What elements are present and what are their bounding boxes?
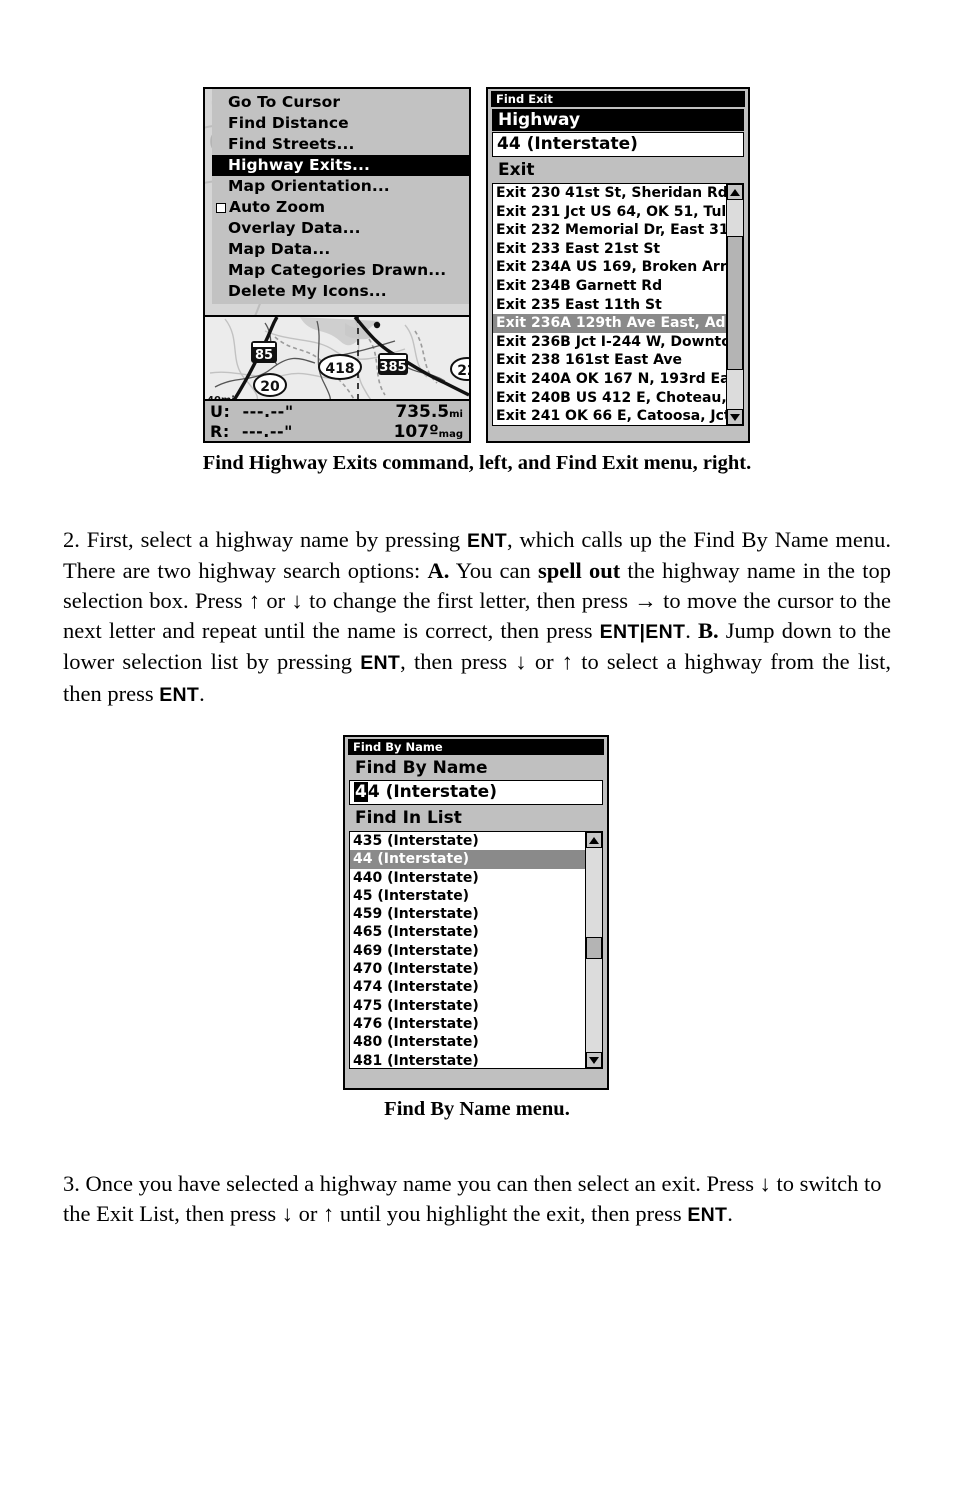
list-item[interactable]: Exit 232 Memorial Dr, East 31st S [493, 221, 726, 240]
key-ent-4: ENT [687, 1203, 728, 1226]
key-ent-3: ENT [159, 683, 200, 706]
list-item[interactable]: Exit 240B US 412 E, Choteau, Sil [493, 389, 726, 408]
triangle-up-icon [589, 836, 599, 844]
key-ent-ent: ENT|ENT [599, 621, 686, 644]
scroll-up-button[interactable] [586, 832, 602, 848]
scrollbar-thumb[interactable] [727, 236, 743, 370]
list-item[interactable]: 45 (Interstate) [350, 887, 585, 905]
device-screen-find-exit: Find Exit Highway 44 (Interstate) Exit E… [486, 87, 750, 443]
triangle-up-icon [730, 188, 740, 196]
list-item[interactable]: 475 (Interstate) [350, 997, 585, 1015]
figure-find-highway-exits: 10 0 mph ft N ↑ Go To Cursor Find Distan… [0, 87, 954, 447]
list-item[interactable]: 481 (Interstate) [350, 1052, 585, 1068]
scroll-up-button[interactable] [727, 184, 743, 200]
key-ent-2: ENT [360, 652, 401, 675]
exit-list-scrollbar[interactable] [726, 184, 743, 425]
list-item-selected[interactable]: Exit 236A 129th Ave East, Admir [493, 314, 726, 333]
figure2-caption: Find By Name menu. [384, 1098, 570, 1120]
text-cursor: 4 [354, 782, 368, 802]
device-screen-find-by-name: Find By Name Find By Name 44 (Interstate… [343, 735, 609, 1090]
svg-text:20: 20 [260, 379, 280, 395]
list-item[interactable]: Exit 234B Garnett Rd [493, 277, 726, 296]
menu-item-delete-my-icons[interactable]: Delete My Icons... [212, 281, 469, 302]
status-distance: 735.5mi [395, 402, 463, 422]
p3-text-1: 3. Once you have selected a highway name… [63, 1170, 882, 1226]
list-item[interactable]: Exit 233 East 21st St [493, 240, 726, 259]
term-spell-out: spell out [537, 557, 621, 583]
menu-item-auto-zoom[interactable]: Auto Zoom [212, 197, 469, 218]
highway-value-field[interactable]: 44 (Interstate) [492, 132, 744, 157]
popup-menu: Go To Cursor Find Distance Find Streets.… [212, 89, 469, 304]
list-item[interactable]: Exit 235 East 11th St [493, 296, 726, 315]
p2-text-1: 2. First, select a highway name by press… [63, 526, 468, 552]
p2-text-3: You can [449, 557, 538, 583]
triangle-down-icon [730, 413, 740, 421]
device-screen-map-menu: 10 0 mph ft N ↑ Go To Cursor Find Distan… [203, 87, 471, 443]
find-in-list-scrollbar[interactable] [585, 832, 602, 1068]
menu-item-find-distance[interactable]: Find Distance [212, 113, 469, 134]
status-r-field: R: ---.--" [210, 422, 293, 441]
p3-text-2: . [727, 1200, 733, 1226]
option-a-label: A. [427, 557, 450, 583]
status-bearing: 107ºmag [393, 422, 463, 442]
paragraph-step-3: 3. Once you have selected a highway name… [63, 1169, 891, 1230]
map-view[interactable]: 85 385 418 20 22 [205, 315, 469, 407]
p2-text-8: . [199, 680, 205, 706]
list-item[interactable]: Exit 241 OK 66 E, Catoosa, Jct I- [493, 407, 726, 425]
list-item[interactable]: Exit 230 41st St, Sheridan Rd [493, 184, 726, 203]
find-by-name-titlebar: Find By Name [348, 739, 604, 755]
menu-item-map-orientation[interactable]: Map Orientation... [212, 176, 469, 197]
list-item[interactable]: 465 (Interstate) [350, 923, 585, 941]
name-entry-rest: 4 (Interstate) [367, 782, 497, 802]
triangle-down-icon [589, 1056, 599, 1064]
list-item[interactable]: 476 (Interstate) [350, 1015, 585, 1033]
svg-text:22: 22 [457, 363, 469, 379]
figure1-caption: Find Highway Exits command, left, and Fi… [202, 452, 752, 474]
list-item[interactable]: 435 (Interstate) [350, 832, 585, 850]
find-by-name-header: Find By Name [355, 758, 488, 778]
svg-text:385: 385 [379, 360, 406, 375]
svg-text:418: 418 [325, 361, 354, 377]
exit-listbox[interactable]: Exit 230 41st St, Sheridan Rd Exit 231 J… [492, 183, 744, 426]
menu-item-auto-zoom-label: Auto Zoom [229, 198, 326, 216]
status-bar: U: ---.--" 735.5mi R: ---.--" 107ºmag [205, 399, 469, 441]
list-item-selected[interactable]: 44 (Interstate) [350, 850, 585, 869]
scrollbar-thumb[interactable] [586, 937, 602, 959]
list-item[interactable]: 469 (Interstate) [350, 942, 585, 960]
status-u-field: U: ---.--" [210, 402, 294, 421]
checkbox-icon[interactable] [216, 202, 226, 213]
find-in-list-listbox[interactable]: 435 (Interstate) 44 (Interstate) 440 (In… [349, 831, 603, 1069]
find-in-list-rows: 435 (Interstate) 44 (Interstate) 440 (In… [350, 832, 585, 1068]
exit-list-rows: Exit 230 41st St, Sheridan Rd Exit 231 J… [493, 184, 726, 425]
menu-item-go-to-cursor[interactable]: Go To Cursor [212, 92, 469, 113]
exit-section-header: Exit [498, 160, 535, 180]
list-item[interactable]: Exit 238 161st East Ave [493, 351, 726, 370]
list-item[interactable]: 474 (Interstate) [350, 978, 585, 996]
list-item[interactable]: Exit 236B Jct I-244 W, Downtow [493, 333, 726, 352]
scroll-down-button[interactable] [586, 1052, 602, 1068]
menu-item-map-data[interactable]: Map Data... [212, 239, 469, 260]
scroll-down-button[interactable] [727, 409, 743, 425]
p2-text-5: . [685, 618, 698, 644]
svg-text:85: 85 [255, 348, 273, 363]
menu-item-overlay-data[interactable]: Overlay Data... [212, 218, 469, 239]
list-item[interactable]: 459 (Interstate) [350, 905, 585, 923]
list-item[interactable]: Exit 240A OK 167 N, 193rd East A [493, 370, 726, 389]
menu-item-map-categories-drawn[interactable]: Map Categories Drawn... [212, 260, 469, 281]
list-item[interactable]: Exit 231 Jct US 64, OK 51, Tulsa, [493, 203, 726, 222]
key-ent-1: ENT [467, 529, 507, 552]
find-in-list-header: Find In List [355, 808, 462, 828]
option-b-label: B. [697, 618, 719, 644]
find-exit-titlebar: Find Exit [491, 91, 745, 107]
list-item[interactable]: Exit 234A US 169, Broken Arrow [493, 258, 726, 277]
list-item[interactable]: 440 (Interstate) [350, 869, 585, 887]
paragraph-step-2: 2. First, select a highway name by press… [63, 525, 891, 710]
menu-item-find-streets[interactable]: Find Streets... [212, 134, 469, 155]
name-entry-field[interactable]: 44 (Interstate) [349, 780, 603, 805]
list-item[interactable]: 470 (Interstate) [350, 960, 585, 978]
highway-section-header: Highway [492, 109, 744, 131]
menu-item-highway-exits[interactable]: Highway Exits... [212, 155, 469, 176]
list-item[interactable]: 480 (Interstate) [350, 1033, 585, 1051]
